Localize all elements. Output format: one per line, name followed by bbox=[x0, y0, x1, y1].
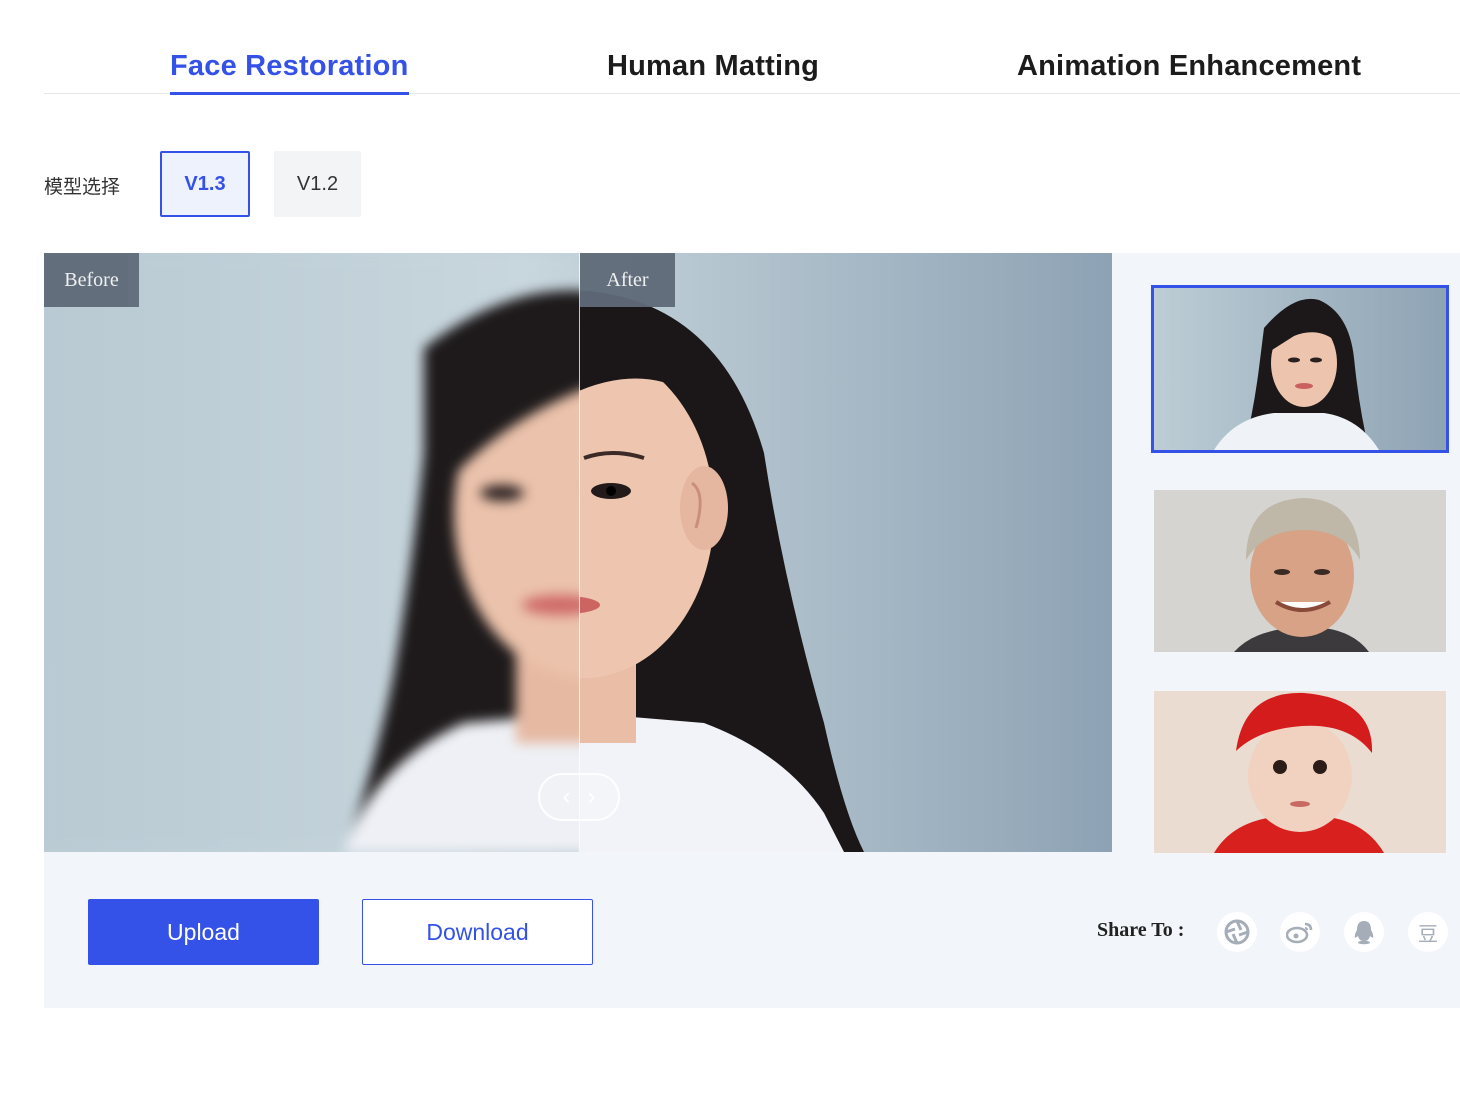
compare-slider-handle[interactable]: ‹ › bbox=[538, 773, 620, 821]
shutter-icon[interactable] bbox=[1217, 912, 1257, 952]
download-button[interactable]: Download bbox=[362, 899, 593, 965]
thumbnail-older-man[interactable] bbox=[1154, 490, 1446, 652]
tab-face-restoration[interactable]: Face Restoration bbox=[170, 50, 409, 95]
model-option-v12[interactable]: V1.2 bbox=[274, 151, 361, 217]
tab-human-matting[interactable]: Human Matting bbox=[607, 50, 819, 83]
douban-glyph: 豆 bbox=[1418, 921, 1438, 946]
compare-divider bbox=[579, 253, 580, 852]
after-image bbox=[580, 253, 1112, 852]
tab-bar: Face Restoration Human Matting Animation… bbox=[44, 0, 1460, 95]
chevron-left-icon: ‹ bbox=[562, 783, 571, 810]
before-tag: Before bbox=[44, 253, 139, 307]
weibo-icon[interactable] bbox=[1280, 912, 1320, 952]
share-label: Share To : bbox=[1097, 919, 1185, 941]
upload-button[interactable]: Upload bbox=[88, 899, 319, 965]
chevron-right-icon: › bbox=[587, 783, 596, 810]
douban-icon[interactable]: 豆 bbox=[1408, 912, 1448, 952]
before-image bbox=[44, 253, 580, 852]
tab-animation-enhancement[interactable]: Animation Enhancement bbox=[1017, 50, 1361, 83]
thumbnail-child-red-beret[interactable] bbox=[1154, 691, 1446, 853]
after-tag: After bbox=[580, 253, 675, 307]
demo-panel: Before After ‹ › Upload Download Share T… bbox=[44, 253, 1460, 1008]
qq-icon[interactable] bbox=[1344, 912, 1384, 952]
before-after-compare[interactable]: Before After ‹ › bbox=[44, 253, 1112, 852]
model-select-label: 模型选择 bbox=[44, 176, 121, 198]
thumbnail-young-woman[interactable] bbox=[1151, 285, 1449, 453]
model-option-v13[interactable]: V1.3 bbox=[160, 151, 250, 217]
